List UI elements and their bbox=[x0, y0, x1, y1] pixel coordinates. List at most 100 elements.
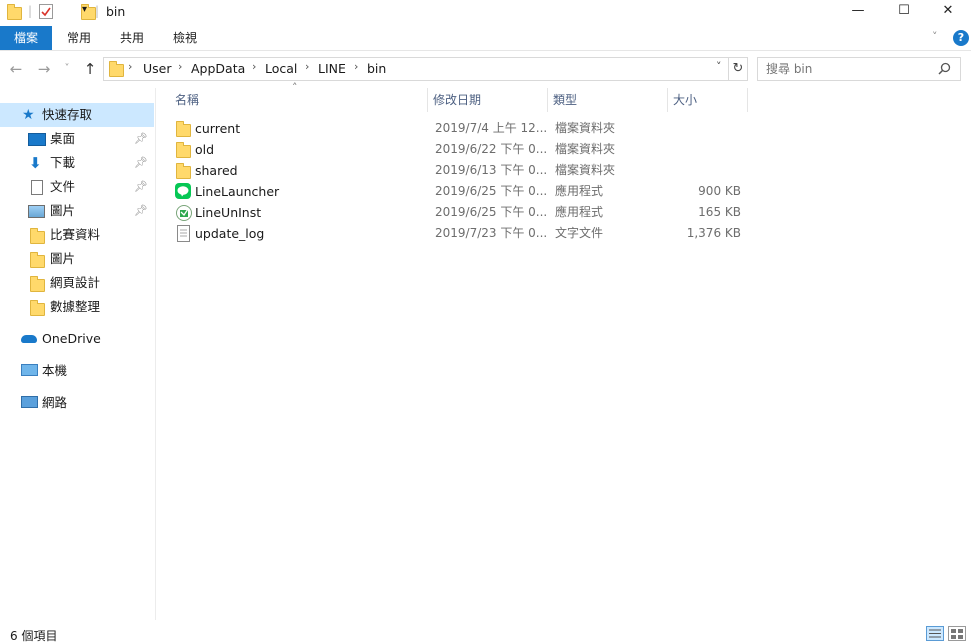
breadcrumb-separator[interactable]: › bbox=[354, 60, 358, 73]
file-row[interactable]: LineUnInst 2019/6/25 下午 0... 應用程式 165 KB bbox=[170, 202, 750, 223]
file-name: LineLauncher bbox=[195, 184, 280, 199]
forward-button[interactable]: → bbox=[34, 56, 54, 82]
properties-icon[interactable] bbox=[39, 4, 53, 19]
column-header-name[interactable]: 名稱 bbox=[170, 88, 428, 112]
column-header-size[interactable]: 大小 bbox=[668, 88, 748, 112]
file-type: 檔案資料夾 bbox=[555, 163, 616, 177]
folder-icon bbox=[30, 276, 45, 292]
file-size: 165 KB bbox=[698, 205, 741, 219]
folder-icon bbox=[176, 142, 191, 158]
file-name: update_log bbox=[195, 226, 265, 241]
status-bar: 6 個項目 bbox=[0, 624, 971, 643]
file-date: 2019/6/25 下午 0... bbox=[435, 184, 548, 198]
sidebar-item-onedrive[interactable]: OneDrive bbox=[0, 327, 154, 351]
column-header-type[interactable]: 類型 bbox=[548, 88, 668, 112]
download-icon: ⬇ bbox=[29, 154, 42, 172]
file-row[interactable]: old 2019/6/22 下午 0... 檔案資料夾 bbox=[170, 139, 750, 160]
text-file-icon bbox=[177, 225, 190, 242]
breadcrumb-line[interactable]: LINE bbox=[318, 61, 346, 76]
file-date: 2019/7/4 上午 12... bbox=[435, 121, 548, 135]
desktop-icon bbox=[28, 133, 46, 146]
back-button[interactable]: ← bbox=[6, 56, 26, 82]
pin-icon: 📌︎ bbox=[134, 204, 148, 217]
help-icon[interactable]: ? bbox=[953, 30, 969, 46]
sidebar-item-label: 下載 bbox=[50, 155, 76, 170]
breadcrumb-separator[interactable]: › bbox=[252, 60, 256, 73]
close-button[interactable]: ✕ bbox=[925, 0, 971, 24]
computer-icon bbox=[21, 364, 38, 376]
breadcrumb-appdata[interactable]: AppData bbox=[191, 61, 245, 76]
file-row[interactable]: current 2019/7/4 上午 12... 檔案資料夾 bbox=[170, 118, 750, 139]
line-app-icon bbox=[175, 183, 191, 199]
breadcrumb-user[interactable]: User bbox=[143, 61, 172, 76]
sidebar-item-label: 圖片 bbox=[50, 251, 76, 266]
sidebar-item-documents[interactable]: 文件 📌︎ bbox=[0, 175, 154, 199]
sidebar-item-desktop[interactable]: 桌面 📌︎ bbox=[0, 127, 154, 151]
tab-view[interactable]: 檢視 bbox=[163, 26, 207, 50]
file-name: shared bbox=[195, 163, 238, 178]
breadcrumb-bin[interactable]: bin bbox=[367, 61, 386, 76]
minimize-button[interactable]: — bbox=[835, 0, 881, 24]
breadcrumb-separator[interactable]: › bbox=[305, 60, 309, 73]
network-icon bbox=[21, 396, 38, 408]
expand-ribbon-icon[interactable]: ˅ bbox=[932, 30, 938, 43]
up-button[interactable]: ↑ bbox=[80, 56, 100, 82]
sidebar-item-label: 桌面 bbox=[50, 131, 76, 146]
sidebar-item-label: 比賽資料 bbox=[50, 227, 101, 242]
tab-share[interactable]: 共用 bbox=[110, 26, 154, 50]
file-type: 檔案資料夾 bbox=[555, 142, 616, 156]
file-type: 檔案資料夾 bbox=[555, 121, 616, 135]
large-icons-view-icon[interactable] bbox=[948, 626, 966, 641]
folder-icon bbox=[7, 4, 22, 20]
documents-icon bbox=[31, 180, 43, 195]
file-date: 2019/6/13 下午 0... bbox=[435, 163, 548, 177]
breadcrumb-separator[interactable]: › bbox=[128, 60, 132, 73]
sidebar-item-label: 數據整理 bbox=[50, 299, 101, 314]
sidebar-item-label: 本機 bbox=[42, 363, 68, 378]
recent-locations-button[interactable]: ˅ bbox=[60, 56, 74, 82]
sidebar-item-this-pc[interactable]: 本機 bbox=[0, 359, 154, 383]
breadcrumb-local[interactable]: Local bbox=[265, 61, 297, 76]
sidebar-item-downloads[interactable]: ⬇ 下載 📌︎ bbox=[0, 151, 154, 175]
sidebar-item-quick-access[interactable]: ★ 快速存取 bbox=[0, 103, 154, 127]
up-arrow-icon: ↑ bbox=[83, 60, 97, 78]
file-size: 1,376 KB bbox=[686, 226, 741, 240]
file-row[interactable]: update_log 2019/7/23 下午 0... 文字文件 1,376 … bbox=[170, 223, 750, 244]
qat-dropdown-icon[interactable]: ▾ bbox=[82, 4, 87, 15]
sidebar-item-folder[interactable]: 網頁設計 bbox=[0, 271, 154, 295]
address-dropdown-icon[interactable]: ˅ bbox=[716, 60, 722, 73]
qat-separator: | bbox=[28, 4, 33, 18]
column-headers: ˄ 名稱 修改日期 類型 大小 bbox=[170, 81, 750, 112]
breadcrumb-separator[interactable]: › bbox=[178, 60, 182, 73]
sidebar-item-network[interactable]: 網路 bbox=[0, 391, 154, 415]
file-type: 應用程式 bbox=[555, 184, 604, 198]
file-size: 900 KB bbox=[698, 184, 741, 198]
file-date: 2019/6/22 下午 0... bbox=[435, 142, 548, 156]
refresh-button[interactable]: ↻ bbox=[728, 58, 747, 80]
forward-arrow-icon: → bbox=[37, 60, 51, 78]
column-header-date[interactable]: 修改日期 bbox=[428, 88, 548, 112]
file-row[interactable]: LineLauncher 2019/6/25 下午 0... 應用程式 900 … bbox=[170, 181, 750, 202]
file-name: old bbox=[195, 142, 215, 157]
sidebar-item-pictures[interactable]: 圖片 📌︎ bbox=[0, 199, 154, 223]
pin-icon: 📌︎ bbox=[134, 156, 148, 169]
sidebar-item-folder[interactable]: 數據整理 bbox=[0, 295, 154, 319]
search-icon[interactable] bbox=[938, 62, 951, 75]
navigation-pane: ★ 快速存取 桌面 📌︎ ⬇ 下載 📌︎ 文件 📌︎ 圖片 📌︎ 比賽資料 圖片… bbox=[0, 88, 156, 620]
tab-file[interactable]: 檔案 bbox=[0, 26, 52, 50]
maximize-button[interactable]: ☐ bbox=[881, 0, 927, 24]
folder-icon bbox=[30, 300, 45, 316]
sidebar-item-folder[interactable]: 圖片 bbox=[0, 247, 154, 271]
sidebar-item-folder[interactable]: 比賽資料 bbox=[0, 223, 154, 247]
address-bar[interactable]: › User › AppData › Local › LINE › bin ˅ … bbox=[103, 57, 748, 81]
tab-home[interactable]: 常用 bbox=[57, 26, 101, 50]
search-input[interactable] bbox=[764, 60, 933, 78]
file-date: 2019/7/23 下午 0... bbox=[435, 226, 548, 240]
file-date: 2019/6/25 下午 0... bbox=[435, 205, 548, 219]
sidebar-item-label: 網路 bbox=[42, 395, 68, 410]
item-count: 6 個項目 bbox=[10, 629, 58, 643]
pin-icon: 📌︎ bbox=[134, 180, 148, 193]
file-row[interactable]: shared 2019/6/13 下午 0... 檔案資料夾 bbox=[170, 160, 750, 181]
details-view-icon[interactable] bbox=[926, 626, 944, 641]
search-box[interactable] bbox=[757, 57, 961, 81]
